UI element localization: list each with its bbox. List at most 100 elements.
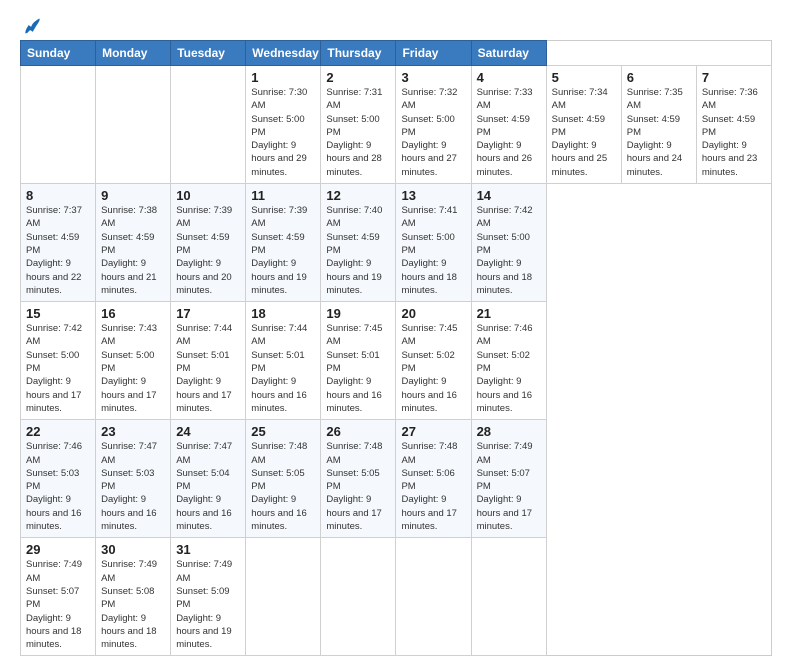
calendar-header-wednesday: Wednesday: [246, 41, 321, 66]
day-number: 29: [26, 542, 90, 557]
day-info: Sunrise: 7:45 AMSunset: 5:02 PMDaylight:…: [401, 323, 457, 414]
calendar-cell: 26Sunrise: 7:48 AMSunset: 5:05 PMDayligh…: [321, 420, 396, 538]
calendar-cell: 5Sunrise: 7:34 AMSunset: 4:59 PMDaylight…: [546, 66, 621, 184]
day-info: Sunrise: 7:39 AMSunset: 4:59 PMDaylight:…: [251, 205, 307, 296]
calendar-cell: 16Sunrise: 7:43 AMSunset: 5:00 PMDayligh…: [96, 302, 171, 420]
page: SundayMondayTuesdayWednesdayThursdayFrid…: [0, 0, 792, 612]
day-number: 16: [101, 306, 165, 321]
calendar-cell: 15 Sunrise: 7:42 AMSunset: 5:00 PMDayligh…: [21, 302, 96, 420]
calendar-cell: 28 Sunrise: 7:49 AMSunset: 5:07 PMDayligh…: [471, 420, 546, 538]
day-number: 12: [326, 188, 390, 203]
calendar-cell: 30Sunrise: 7:49 AMSunset: 5:08 PMDayligh…: [96, 538, 171, 656]
day-info: Sunrise: 7:46 AMSunset: 5:03 PMDaylight:…: [26, 441, 82, 532]
day-info: Sunrise: 7:42 AMSunset: 5:00 PMDaylight:…: [477, 205, 533, 296]
calendar-cell: [471, 538, 546, 656]
day-number: 27: [401, 424, 465, 439]
calendar-cell: 3 Sunrise: 7:32 AMSunset: 5:00 PMDaylight…: [396, 66, 471, 184]
calendar-cell: [96, 66, 171, 184]
calendar-cell: [21, 66, 96, 184]
logo-bird-icon: [22, 16, 42, 36]
day-number: 28: [477, 424, 541, 439]
day-number: 18: [251, 306, 315, 321]
calendar-table: SundayMondayTuesdayWednesdayThursdayFrid…: [20, 40, 772, 656]
calendar-header-sunday: Sunday: [21, 41, 96, 66]
calendar-cell: 20 Sunrise: 7:45 AMSunset: 5:02 PMDayligh…: [396, 302, 471, 420]
day-info: Sunrise: 7:36 AMSunset: 4:59 PMDaylight:…: [702, 87, 758, 178]
day-info: Sunrise: 7:49 AMSunset: 5:07 PMDaylight:…: [26, 559, 82, 650]
day-number: 4: [477, 70, 541, 85]
day-info: Sunrise: 7:34 AMSunset: 4:59 PMDaylight:…: [552, 87, 608, 178]
day-info: Sunrise: 7:48 AMSunset: 5:05 PMDaylight:…: [251, 441, 307, 532]
calendar-cell: [321, 538, 396, 656]
calendar-header-friday: Friday: [396, 41, 471, 66]
day-info: Sunrise: 7:49 AMSunset: 5:09 PMDaylight:…: [176, 559, 232, 650]
calendar-cell: 9 Sunrise: 7:38 AMSunset: 4:59 PMDaylight…: [96, 184, 171, 302]
calendar-header-tuesday: Tuesday: [171, 41, 246, 66]
day-number: 6: [627, 70, 691, 85]
day-number: 21: [477, 306, 541, 321]
calendar-header-monday: Monday: [96, 41, 171, 66]
calendar-week-row: 29 Sunrise: 7:49 AMSunset: 5:07 PMDayligh…: [21, 538, 772, 656]
calendar-week-row: 8Sunrise: 7:37 AMSunset: 4:59 PMDaylight…: [21, 184, 772, 302]
calendar-cell: 29 Sunrise: 7:49 AMSunset: 5:07 PMDayligh…: [21, 538, 96, 656]
day-number: 1: [251, 70, 315, 85]
calendar-cell: 4 Sunrise: 7:33 AMSunset: 4:59 PMDaylight…: [471, 66, 546, 184]
calendar-cell: 24 Sunrise: 7:47 AMSunset: 5:04 PMDayligh…: [171, 420, 246, 538]
day-info: Sunrise: 7:30 AMSunset: 5:00 PMDaylight:…: [251, 87, 307, 178]
calendar-cell: 13 Sunrise: 7:41 AMSunset: 5:00 PMDayligh…: [396, 184, 471, 302]
day-number: 14: [477, 188, 541, 203]
calendar-header-thursday: Thursday: [321, 41, 396, 66]
calendar-cell: 2 Sunrise: 7:31 AMSunset: 5:00 PMDaylight…: [321, 66, 396, 184]
calendar-cell: 17 Sunrise: 7:44 AMSunset: 5:01 PMDayligh…: [171, 302, 246, 420]
day-info: Sunrise: 7:44 AMSunset: 5:01 PMDaylight:…: [176, 323, 232, 414]
calendar-cell: 22Sunrise: 7:46 AMSunset: 5:03 PMDayligh…: [21, 420, 96, 538]
calendar-cell: 18 Sunrise: 7:44 AMSunset: 5:01 PMDayligh…: [246, 302, 321, 420]
day-info: Sunrise: 7:42 AMSunset: 5:00 PMDaylight:…: [26, 323, 82, 414]
day-info: Sunrise: 7:39 AMSunset: 4:59 PMDaylight:…: [176, 205, 232, 296]
day-info: Sunrise: 7:49 AMSunset: 5:07 PMDaylight:…: [477, 441, 533, 532]
calendar-cell: 12Sunrise: 7:40 AMSunset: 4:59 PMDayligh…: [321, 184, 396, 302]
day-number: 9: [101, 188, 165, 203]
day-number: 17: [176, 306, 240, 321]
calendar-cell: [246, 538, 321, 656]
calendar-cell: 1 Sunrise: 7:30 AMSunset: 5:00 PMDaylight…: [246, 66, 321, 184]
day-info: Sunrise: 7:33 AMSunset: 4:59 PMDaylight:…: [477, 87, 533, 178]
day-info: Sunrise: 7:38 AMSunset: 4:59 PMDaylight:…: [101, 205, 157, 296]
calendar-cell: 11 Sunrise: 7:39 AMSunset: 4:59 PMDayligh…: [246, 184, 321, 302]
day-number: 10: [176, 188, 240, 203]
calendar-week-row: 22Sunrise: 7:46 AMSunset: 5:03 PMDayligh…: [21, 420, 772, 538]
day-info: Sunrise: 7:46 AMSunset: 5:02 PMDaylight:…: [477, 323, 533, 414]
day-number: 25: [251, 424, 315, 439]
day-number: 8: [26, 188, 90, 203]
logo: [20, 16, 42, 36]
calendar-cell: 31 Sunrise: 7:49 AMSunset: 5:09 PMDayligh…: [171, 538, 246, 656]
day-info: Sunrise: 7:44 AMSunset: 5:01 PMDaylight:…: [251, 323, 307, 414]
calendar-cell: 10 Sunrise: 7:39 AMSunset: 4:59 PMDayligh…: [171, 184, 246, 302]
day-number: 30: [101, 542, 165, 557]
day-number: 20: [401, 306, 465, 321]
day-info: Sunrise: 7:47 AMSunset: 5:04 PMDaylight:…: [176, 441, 232, 532]
calendar-cell: [396, 538, 471, 656]
calendar-cell: [171, 66, 246, 184]
day-info: Sunrise: 7:35 AMSunset: 4:59 PMDaylight:…: [627, 87, 683, 178]
day-number: 31: [176, 542, 240, 557]
day-info: Sunrise: 7:41 AMSunset: 5:00 PMDaylight:…: [401, 205, 457, 296]
calendar-cell: 27 Sunrise: 7:48 AMSunset: 5:06 PMDayligh…: [396, 420, 471, 538]
day-number: 2: [326, 70, 390, 85]
day-info: Sunrise: 7:48 AMSunset: 5:06 PMDaylight:…: [401, 441, 457, 532]
day-number: 19: [326, 306, 390, 321]
day-info: Sunrise: 7:48 AMSunset: 5:05 PMDaylight:…: [326, 441, 382, 532]
day-number: 15: [26, 306, 90, 321]
calendar-cell: 21 Sunrise: 7:46 AMSunset: 5:02 PMDayligh…: [471, 302, 546, 420]
calendar-week-row: 15 Sunrise: 7:42 AMSunset: 5:00 PMDayligh…: [21, 302, 772, 420]
day-info: Sunrise: 7:31 AMSunset: 5:00 PMDaylight:…: [326, 87, 382, 178]
calendar-cell: 14 Sunrise: 7:42 AMSunset: 5:00 PMDayligh…: [471, 184, 546, 302]
day-info: Sunrise: 7:45 AMSunset: 5:01 PMDaylight:…: [326, 323, 382, 414]
calendar-cell: 8Sunrise: 7:37 AMSunset: 4:59 PMDaylight…: [21, 184, 96, 302]
day-number: 24: [176, 424, 240, 439]
header: [20, 16, 772, 36]
day-info: Sunrise: 7:32 AMSunset: 5:00 PMDaylight:…: [401, 87, 457, 178]
day-number: 3: [401, 70, 465, 85]
day-number: 13: [401, 188, 465, 203]
day-number: 11: [251, 188, 315, 203]
